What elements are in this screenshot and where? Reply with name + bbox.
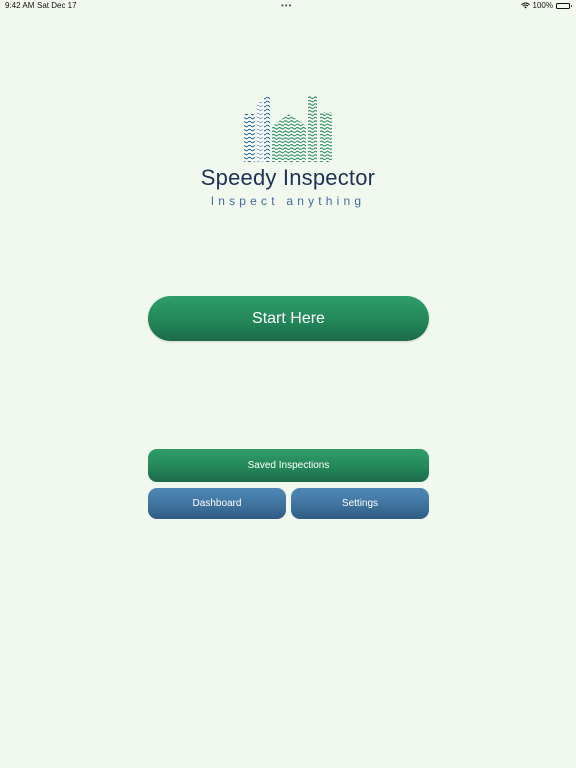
- saved-inspections-button[interactable]: Saved Inspections: [148, 449, 429, 482]
- battery-percent: 100%: [532, 1, 553, 10]
- battery-icon: [556, 2, 572, 9]
- status-date: Sat Dec 17: [37, 1, 77, 10]
- wifi-icon: [520, 2, 530, 9]
- settings-button[interactable]: Settings: [291, 488, 429, 519]
- multitask-dots[interactable]: •••: [281, 1, 292, 10]
- start-here-button[interactable]: Start Here: [148, 296, 429, 341]
- city-buildings-logo: [244, 96, 332, 162]
- status-right-group: 100%: [520, 1, 572, 10]
- app-title: Speedy Inspector: [200, 165, 376, 190]
- home-screen: 9:42 AM Sat Dec 17 ••• 100% Speedy Inspe…: [0, 0, 576, 768]
- status-time: 9:42 AM: [5, 1, 35, 10]
- status-bar: 9:42 AM Sat Dec 17 ••• 100%: [0, 0, 576, 12]
- app-subtitle: Inspect anything: [210, 194, 366, 208]
- dashboard-button[interactable]: Dashboard: [148, 488, 286, 519]
